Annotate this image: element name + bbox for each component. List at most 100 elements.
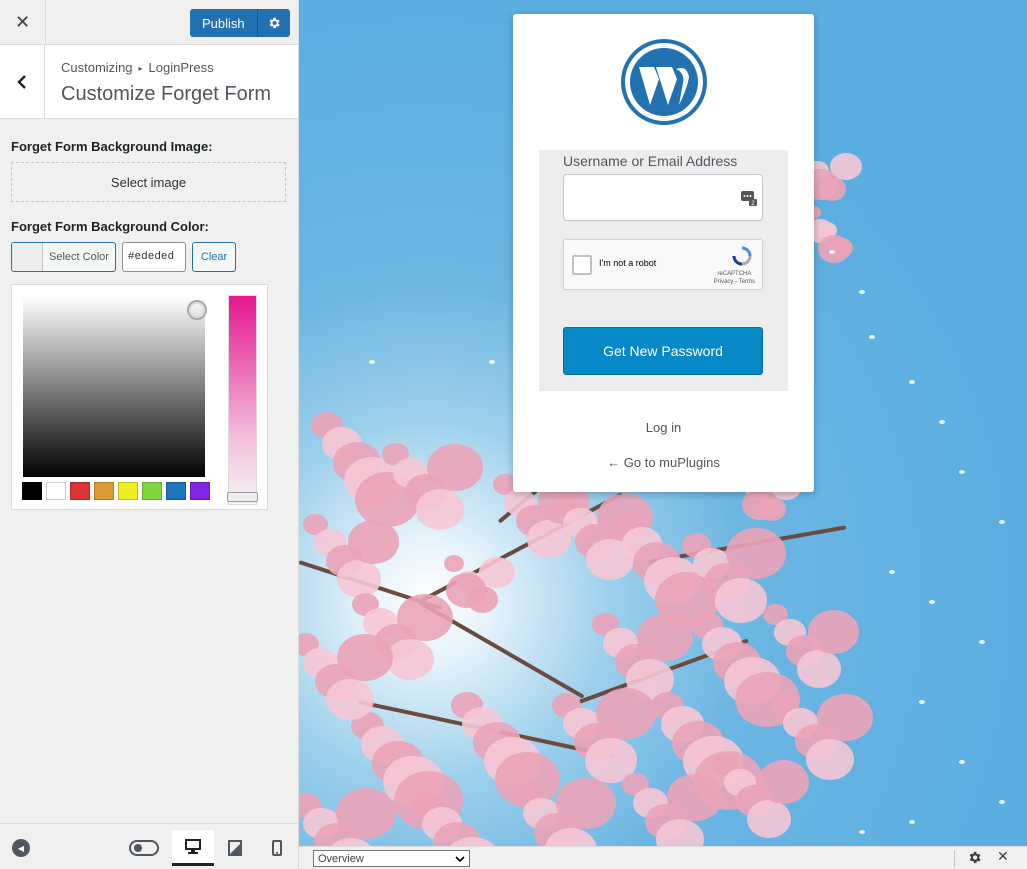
palette-swatch-8[interactable] [190,482,210,500]
breadcrumb-root: Customizing [61,60,133,75]
blossom [817,234,851,263]
get-new-password-button[interactable]: Get New Password [563,327,763,375]
breadcrumb-separator-icon: ▸ [138,64,143,74]
blossom [758,760,810,804]
petal [909,380,915,384]
blossom [415,488,465,531]
petal [919,700,925,704]
recaptcha-checkbox[interactable] [572,255,592,275]
blossom [555,777,617,830]
petal [859,290,865,294]
publish-group: Publish [190,9,290,37]
preview-bottom-bar: Overview ✕ [299,846,1027,869]
select-color-label: Select Color [49,251,109,263]
select-color-button[interactable]: Select Color [11,242,116,272]
saturation-handle[interactable] [187,300,207,320]
recaptcha-widget: I'm not a robot reCAPTCHA Privacy - Term… [563,239,763,290]
breadcrumb: Customizing ▸ LoginPress [61,60,214,75]
gear-icon[interactable] [967,850,982,865]
saturation-value-area[interactable] [23,296,207,477]
forget-form: Username or Email Address 2 I'm not a ro… [539,150,788,391]
blossom [725,527,787,580]
petal [929,600,935,604]
recaptcha-logo-icon [732,246,752,266]
preview-toggle[interactable] [129,840,159,856]
recaptcha-text: I'm not a robot [599,258,657,268]
blossom [336,559,382,598]
blossom [385,638,435,681]
blossom [796,649,842,688]
blossom [337,634,393,682]
collapse-sidebar-button[interactable]: ◀ [12,839,30,857]
wordpress-logo-icon[interactable] [621,39,707,125]
desktop-icon [185,839,201,854]
username-input[interactable]: 2 [563,174,763,221]
back-button[interactable] [0,45,45,118]
palette-swatch-7[interactable] [166,482,186,500]
color-control-row: Select Color Clear [11,242,237,272]
blossom [805,738,855,781]
palette-swatch-6[interactable] [142,482,162,500]
login-link[interactable]: Log in [513,420,814,435]
palette-swatch-1[interactable] [22,482,42,500]
blossom [808,610,860,654]
blossom [741,488,779,521]
blossom [667,774,723,822]
blossom [397,594,453,642]
recaptcha-brand-name: reCAPTCHA [717,271,752,277]
petal [999,520,1005,524]
overview-select-value: Overview [318,852,364,865]
username-label: Username or Email Address [563,153,738,169]
hue-slider[interactable] [227,295,258,505]
blossom [335,787,397,840]
blossom [443,554,465,573]
petal [829,250,835,254]
chevron-down-icon [455,856,465,863]
palette-swatch-5[interactable] [118,482,138,500]
clear-color-button[interactable]: Clear [191,242,237,272]
palette-swatch-4[interactable] [94,482,114,500]
chevron-left-icon [17,74,26,89]
color-swatch-preview [12,243,43,271]
close-customizer-button[interactable]: ✕ [0,0,46,45]
device-tablet-button[interactable] [214,830,256,866]
collapse-arrow-icon: ◀ [17,843,25,853]
petal [979,640,985,644]
section-header: Customizing ▸ LoginPress Customize Forget … [0,45,298,119]
device-desktop-button[interactable] [172,830,214,866]
hue-slider-handle[interactable] [227,492,258,502]
customizer-header: ✕ Publish [0,0,298,45]
select-image-button[interactable]: Select image [11,162,286,202]
breadcrumb-child: LoginPress [148,60,214,75]
blossom [445,572,488,609]
password-manager-icon: 2 [741,191,757,206]
bg-color-label: Forget Form Background Color: [11,219,209,234]
palette-swatch-2[interactable] [46,482,66,500]
blossom [817,694,873,742]
hex-color-input[interactable] [121,242,186,272]
login-card: Username or Email Address 2 I'm not a ro… [513,14,814,492]
customizer-app: ✕ Publish Customizing ▸ LoginPress Customi… [0,0,1027,869]
blossom [746,799,792,838]
site-preview: Username or Email Address 2 I'm not a ro… [299,0,1027,846]
petal [869,335,875,339]
overview-select[interactable]: Overview [313,850,470,867]
petal [489,360,495,364]
publish-settings-button[interactable] [257,9,290,37]
petal [909,820,915,824]
close-icon[interactable]: ✕ [997,848,1009,865]
device-mobile-button[interactable] [256,830,298,866]
bg-image-label: Forget Form Background Image: [11,139,213,154]
color-picker [11,284,268,510]
customizer-sidebar: ✕ Publish Customizing ▸ LoginPress Customi… [0,0,299,869]
petal [859,830,865,834]
publish-button[interactable]: Publish [190,9,258,37]
color-palette [22,482,210,500]
blossom [714,577,768,623]
blossom [595,687,657,740]
recaptcha-links[interactable]: Privacy - Terms [714,278,755,286]
palette-swatch-3[interactable] [70,482,90,500]
petal [999,800,1005,804]
back-to-site-link[interactable]: ← Go to muPlugins [513,455,814,470]
customizer-footer: ◀ [0,823,298,869]
